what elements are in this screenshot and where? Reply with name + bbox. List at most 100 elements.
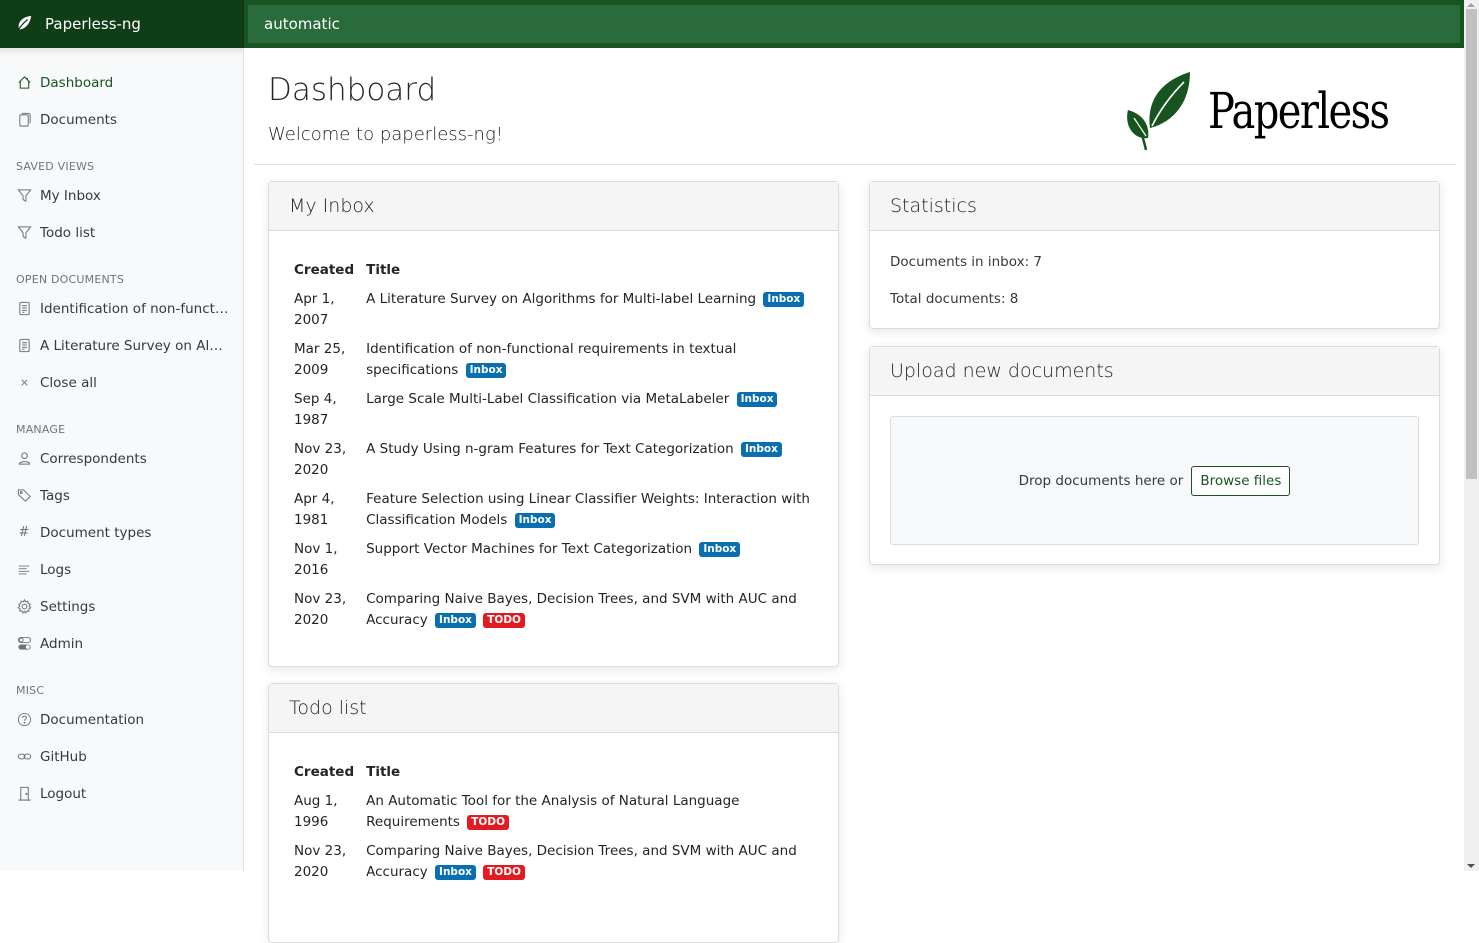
table-row[interactable]: Apr 4, 1981 Feature Selection using Linea… xyxy=(288,485,819,535)
sidebar-item-github[interactable]: GitHub xyxy=(0,738,243,775)
sidebar-item-documentation[interactable]: Documentation xyxy=(0,701,243,738)
document-title-link[interactable]: Support Vector Machines for Text Categor… xyxy=(366,541,692,557)
column-title: Title xyxy=(366,764,401,780)
created-date: Apr 1, 2007 xyxy=(294,291,335,328)
tag-badge-inbox[interactable]: Inbox xyxy=(699,542,741,557)
statistics-card-title: Statistics xyxy=(870,182,1439,231)
scroll-up-arrow-icon[interactable] xyxy=(1467,3,1475,7)
table-row[interactable]: Mar 25, 2009 Identification of non-functi… xyxy=(288,335,819,385)
todo-table: Created Title Aug 1, 1996 An Automatic To… xyxy=(288,757,819,887)
created-date: Apr 4, 1981 xyxy=(294,491,335,528)
table-row[interactable]: Nov 23, 2020 Comparing Naive Bayes, Decis… xyxy=(288,837,819,887)
document-title-cell: Large Scale Multi-Label Classification v… xyxy=(360,385,819,435)
scrollbar-thumb[interactable] xyxy=(1466,9,1477,479)
top-navbar: Paperless-ng automatic xyxy=(0,0,1464,48)
table-row[interactable]: Apr 1, 2007 A Literature Survey on Algori… xyxy=(288,285,819,335)
sidebar-item-document-types[interactable]: # Document types xyxy=(0,514,243,551)
global-search-input[interactable]: automatic xyxy=(248,5,1460,43)
drop-text: Drop documents here or xyxy=(1018,472,1184,489)
document-title-link[interactable]: Comparing Naive Bayes, Decision Trees, a… xyxy=(366,591,797,628)
link-icon xyxy=(16,749,32,765)
table-row[interactable]: Nov 23, 2020 Comparing Naive Bayes, Decis… xyxy=(288,585,819,635)
sidebar-item-tags[interactable]: Tags xyxy=(0,477,243,514)
created-date: Nov 23, 2020 xyxy=(294,591,347,628)
inbox-card-title: My Inbox xyxy=(269,182,838,231)
text-left-icon xyxy=(16,562,32,578)
sidebar-item-dashboard[interactable]: Dashboard xyxy=(0,64,243,101)
document-title-link[interactable]: Comparing Naive Bayes, Decision Trees, a… xyxy=(366,843,797,880)
logo-wordmark: Paperless xyxy=(1208,82,1390,140)
browse-files-button[interactable]: Browse files xyxy=(1191,465,1291,496)
document-title-link[interactable]: A Study Using n-gram Features for Text C… xyxy=(366,441,734,457)
tag-badge-todo[interactable]: TODO xyxy=(483,865,525,880)
tag-badge-inbox[interactable]: Inbox xyxy=(435,865,476,880)
sidebar-item-todo-list[interactable]: Todo list xyxy=(0,214,243,251)
house-icon xyxy=(16,75,32,91)
sidebar-item-documents[interactable]: Documents xyxy=(0,101,243,138)
created-date: Nov 1, 2016 xyxy=(294,541,338,578)
sidebar-item-my-inbox[interactable]: My Inbox xyxy=(0,177,243,214)
document-title-link[interactable]: Large Scale Multi-Label Classification v… xyxy=(366,391,729,407)
tag-badge-inbox[interactable]: Inbox xyxy=(740,442,782,457)
table-row[interactable]: Sep 4, 1987 Large Scale Multi-Label Class… xyxy=(288,385,819,435)
created-date: Nov 23, 2020 xyxy=(294,441,347,478)
document-title-cell: A Study Using n-gram Features for Text C… xyxy=(360,435,819,485)
sidebar-open-document[interactable]: A Literature Survey on Algori... xyxy=(0,327,243,364)
document-title-link[interactable]: Identification of non-functional require… xyxy=(366,341,736,378)
tag-badge-todo[interactable]: TODO xyxy=(483,613,525,628)
inbox-card: My Inbox Created Title Apr 1, 2007 A Lite… xyxy=(268,181,839,667)
table-row[interactable]: Aug 1, 1996 An Automatic Tool for the Ana… xyxy=(288,787,819,837)
sidebar-item-logout[interactable]: Logout xyxy=(0,775,243,812)
todo-card-title: Todo list xyxy=(269,684,838,733)
documents-icon xyxy=(16,112,32,128)
table-row[interactable]: Nov 23, 2020 A Study Using n-gram Feature… xyxy=(288,435,819,485)
table-row[interactable]: Nov 1, 2016 Support Vector Machines for T… xyxy=(288,535,819,585)
brand-link[interactable]: Paperless-ng xyxy=(0,0,244,48)
sidebar-item-logs[interactable]: Logs xyxy=(0,551,243,588)
created-date: Nov 23, 2020 xyxy=(294,843,347,880)
tag-badge-inbox[interactable]: Inbox xyxy=(736,392,778,407)
document-title-cell: Comparing Naive Bayes, Decision Trees, a… xyxy=(360,585,819,635)
tag-badge-inbox[interactable]: Inbox xyxy=(435,613,476,628)
tag-badge-inbox[interactable]: Inbox xyxy=(465,363,507,378)
page-header: Dashboard Welcome to paperless-ng! Paper… xyxy=(254,48,1456,165)
column-created: Created xyxy=(294,262,355,278)
document-title-cell: Feature Selection using Linear Classifie… xyxy=(360,485,819,535)
column-title: Title xyxy=(366,262,401,278)
app-title: Paperless-ng xyxy=(45,15,141,33)
sidebar-open-document[interactable]: Identification of non-functio... xyxy=(0,290,243,327)
tags-icon xyxy=(16,488,32,504)
sidebar-item-settings[interactable]: Settings xyxy=(0,588,243,625)
document-title-cell: Comparing Naive Bayes, Decision Trees, a… xyxy=(360,837,819,887)
document-title-link[interactable]: An Automatic Tool for the Analysis of Na… xyxy=(366,793,739,830)
saved-views-heading: SAVED VIEWS xyxy=(16,160,95,173)
misc-heading: MISC xyxy=(16,684,45,697)
total-documents-stat: Total documents: 8 xyxy=(890,290,1019,307)
scroll-down-arrow-icon[interactable] xyxy=(1467,864,1475,868)
page-title: Dashboard xyxy=(268,72,437,108)
column-created: Created xyxy=(294,764,355,780)
document-title-link[interactable]: A Literature Survey on Algorithms for Mu… xyxy=(366,291,756,307)
sidebar-item-admin[interactable]: Admin xyxy=(0,625,243,662)
tag-badge-todo[interactable]: TODO xyxy=(467,815,509,830)
sidebar-close-all[interactable]: Close all xyxy=(0,364,243,401)
close-icon xyxy=(16,375,32,391)
tag-badge-inbox[interactable]: Inbox xyxy=(763,292,805,307)
upload-dropzone[interactable]: Drop documents here or Browse files xyxy=(890,416,1419,545)
leaf-logo-icon xyxy=(1127,72,1191,151)
funnel-icon xyxy=(16,188,32,204)
sidebar-item-correspondents[interactable]: Correspondents xyxy=(0,440,243,477)
created-date: Aug 1, 1996 xyxy=(294,793,338,830)
document-title-link[interactable]: Feature Selection using Linear Classifie… xyxy=(366,491,810,528)
created-date: Sep 4, 1987 xyxy=(294,391,337,428)
document-title-cell: Support Vector Machines for Text Categor… xyxy=(360,535,819,585)
tag-badge-inbox[interactable]: Inbox xyxy=(514,513,556,528)
sidebar: Dashboard Documents SAVED VIEWS My Inbox… xyxy=(0,48,244,871)
door-icon xyxy=(16,786,32,802)
person-icon xyxy=(16,451,32,467)
documents-in-inbox-stat: Documents in inbox: 7 xyxy=(890,253,1043,270)
created-date: Mar 25, 2009 xyxy=(294,341,346,378)
toggles-icon xyxy=(16,636,32,652)
manage-heading: MANAGE xyxy=(16,423,66,436)
page-scrollbar[interactable] xyxy=(1464,0,1479,871)
